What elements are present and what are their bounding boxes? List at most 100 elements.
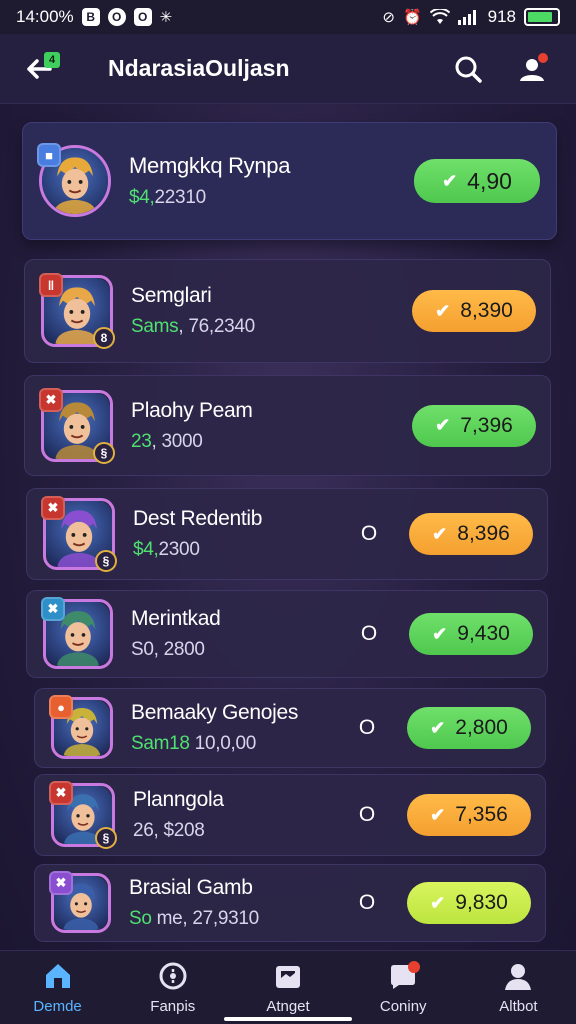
player-stats: So me, 27,9310 [129,908,357,930]
player-info: Dest Redentib $4,2300 [133,507,359,561]
score-value: 7,396 [460,413,513,437]
nav-label: Atnget [266,998,310,1015]
notification-icon: O [107,8,126,26]
list-item[interactable]: ✖ Merintkad S0, 2800 O ✔ 9,430 [26,590,548,678]
list-item[interactable]: ‖ 8 Semglari Sams, 76,2340 ✔ 8,390 [24,259,551,363]
rank-badge-icon: ■ [37,143,61,167]
nav-item-chat[interactable]: Coniny [346,951,461,1024]
player-name: Plaohy Peam [131,398,253,422]
rank-badge-icon: ✖ [41,496,65,520]
avatar: ✖ § [49,781,117,849]
status-right: ⊘ ⏰ 918 [382,7,560,27]
inbox-icon [276,966,300,988]
player-info: Bemaaky Genojes Sam18 10,0,00 [131,701,357,755]
list-item[interactable]: ✖ § Plaohy Peam 23, 3000 ✔ 7,396 [24,375,551,476]
select-radio[interactable]: O [357,716,377,740]
check-icon: ✔ [432,623,448,644]
avatar: ✖ [41,597,113,669]
level-badge: § [95,827,117,849]
check-icon: ✔ [430,717,446,738]
player-name: Merintkad [131,607,221,630]
nav-item-compass[interactable]: Fanpis [115,951,230,1024]
rank-badge-icon: ✖ [39,387,63,412]
list-item[interactable]: ✖ § Planngola 26, $208 O ✔ 7,356 [34,774,546,856]
nav-label: Altbot [499,998,538,1015]
stats-value: S0, 2800 [131,639,205,660]
player-stats: 23, 3000 [131,431,362,453]
notification-icon: O [133,8,152,26]
stats-value: , 3000 [151,430,203,452]
score-value: 4,90 [467,167,512,194]
nav-label: Coniny [379,998,427,1015]
score-pill-button[interactable]: ✔ 7,356 [407,794,531,836]
profile-button[interactable] [510,47,554,91]
list-item[interactable]: ✖ § Dest Redentib $4,2300 O ✔ 8,396 [26,488,548,580]
rank-badge-icon: ● [49,695,73,719]
stats-value: , 76,2340 [178,316,255,337]
avatar: ✖ § [41,496,117,572]
level-badge: 8 [93,327,115,349]
list-item[interactable]: ✖ Brasial Gamb So me, 27,9310 O ✔ 9,830 [34,864,546,942]
status-network: 918 [487,7,516,26]
score-pill-button[interactable]: ✔ 8,396 [409,513,533,555]
nav-item-home[interactable]: Demde [0,951,115,1024]
player-stats: Sam18 10,0,00 [131,733,357,755]
avatar: ■ [37,143,111,217]
stats-prefix: Sam18 [131,733,190,754]
score-pill-button[interactable]: ✔ 7,396 [412,404,536,447]
nav-item-profile[interactable]: Altbot [461,951,576,1024]
stats-prefix: 23 [131,430,152,452]
stats-prefix: $4, [129,187,155,208]
score-pill-button[interactable]: ✔ 9,830 [407,882,531,924]
level-badge: § [95,550,117,572]
score-value: 9,430 [457,622,510,645]
nav-item-inbox[interactable]: Atnget [230,951,345,1024]
score-pill-button[interactable]: ✔ 9,430 [409,613,533,655]
player-stats: $4,22310 [129,187,364,209]
score-pill-button[interactable]: ✔ 4,90 [414,159,540,203]
select-radio[interactable]: O [359,622,379,646]
select-radio[interactable]: O [357,891,377,915]
select-radio[interactable]: O [357,803,377,827]
alarm-icon: ⏰ [402,9,422,26]
list-item[interactable]: ■ Memgkkq Rynpa $4,22310 ✔ 4,90 [22,122,557,240]
score-pill-button[interactable]: ✔ 8,390 [412,290,536,332]
player-stats: 26, $208 [133,820,357,842]
stats-prefix: $4, [133,539,159,560]
profile-icon [505,964,532,990]
status-left: 14:00% B O O ✳ [16,7,172,27]
rank-badge-icon: ‖ [39,273,63,297]
app-header: 4 NdarasiaOuljasn [0,34,576,104]
check-icon: ✔ [442,170,458,191]
nav-label: Demde [33,998,82,1015]
stats-value: 10,0,00 [189,733,257,754]
back-badge: 4 [44,51,60,68]
stats-value: 26, $208 [133,820,205,841]
notification-icon: B [81,8,100,26]
back-button[interactable]: 4 [22,46,68,92]
search-icon [455,56,482,83]
score-value: 9,830 [455,891,508,914]
stats-prefix: Sams [131,316,179,337]
player-info: Brasial Gamb So me, 27,9310 [129,876,357,930]
avatar: ✖ § [39,387,115,464]
player-name: Bemaaky Genojes [131,701,299,724]
stats-value: me, 27,9310 [151,908,260,929]
rank-badge-icon: ✖ [49,781,73,805]
search-button[interactable] [446,47,490,91]
level-badge: § [93,441,115,464]
score-pill-button[interactable]: ✔ 2,800 [407,707,531,749]
list-item[interactable]: ● Bemaaky Genojes Sam18 10,0,00 O ✔ 2,800 [34,688,546,768]
select-radio[interactable]: O [359,522,379,546]
player-stats: Sams, 76,2340 [131,316,362,338]
notification-dot [407,961,420,973]
bottom-nav: Demde Fanpis Atnget Coniny Altbot [0,950,576,1024]
bluetooth-icon: ✳ [159,9,173,26]
score-value: 8,390 [460,299,513,322]
avatar: ✖ [49,871,111,933]
check-icon: ✔ [435,300,451,321]
player-info: Semglari Sams, 76,2340 [131,284,362,338]
stats-prefix: So [129,908,152,929]
avatar: ● [49,695,113,759]
wifi-icon [429,9,450,24]
